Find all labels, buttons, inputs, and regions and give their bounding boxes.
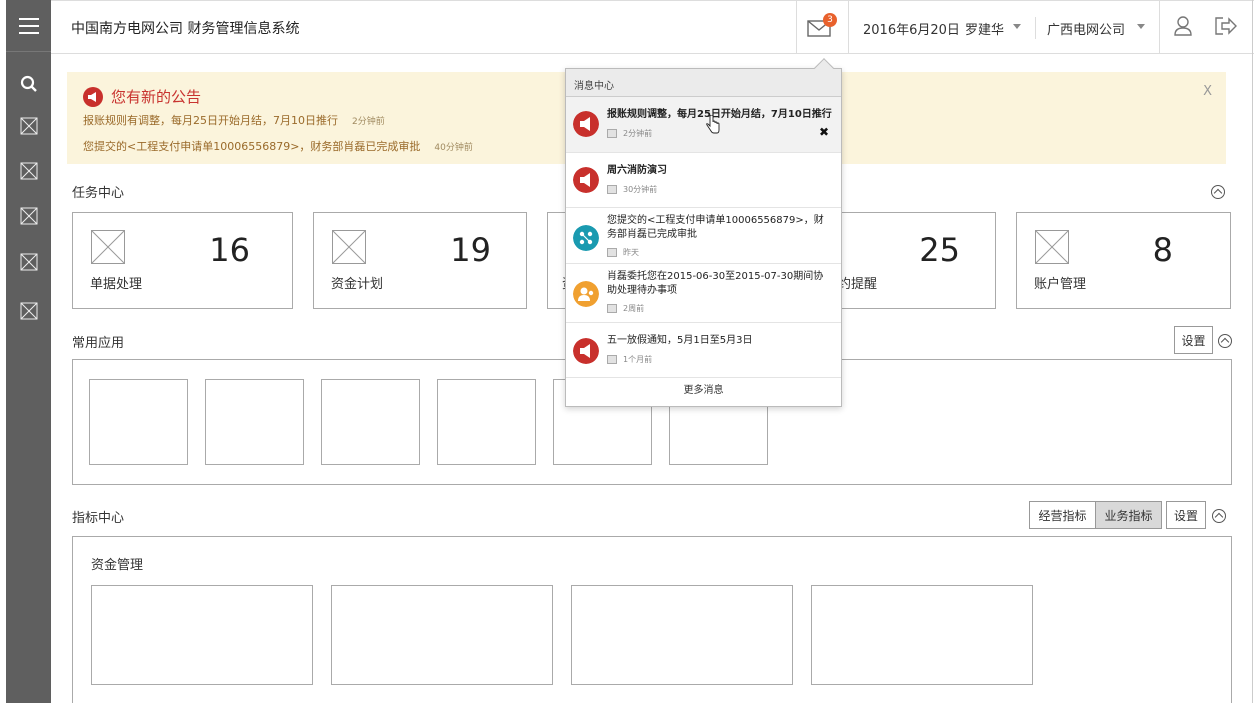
settings-button[interactable]: 设置 xyxy=(1174,326,1213,354)
task-count: 16 xyxy=(209,231,250,269)
placeholder-icon xyxy=(91,230,125,264)
delegate-icon xyxy=(573,281,599,307)
menu-icon[interactable] xyxy=(6,0,51,52)
message-item[interactable]: 周六消防演习 30分钟前 xyxy=(566,153,841,208)
chevron-down-icon[interactable] xyxy=(1137,24,1145,29)
metric-card[interactable] xyxy=(811,585,1033,685)
task-card[interactable]: 8 账户管理 xyxy=(1016,212,1231,309)
megaphone-icon xyxy=(83,86,103,107)
divider xyxy=(796,1,797,54)
message-item[interactable]: 报账规则调整，每月25日开始月结，7月10日推行 2分钟前 ✖ xyxy=(566,97,841,153)
announcement-text: 报账规则有调整，每月25日开始月结，7月10日推行 xyxy=(83,114,338,127)
app-tile[interactable] xyxy=(321,379,420,465)
task-card[interactable]: 16 单据处理 xyxy=(72,212,293,309)
task-count: 19 xyxy=(450,231,491,269)
more-messages-link[interactable]: 更多消息 xyxy=(566,381,841,396)
close-button[interactable]: X xyxy=(1203,84,1212,99)
mail-badge: 3 xyxy=(823,13,837,27)
common-apps-title: 常用应用 xyxy=(72,336,125,351)
collapse-icon[interactable] xyxy=(1218,334,1232,348)
logout-icon[interactable] xyxy=(1213,14,1237,38)
chevron-down-icon[interactable] xyxy=(1013,24,1021,29)
placeholder-icon[interactable] xyxy=(6,299,51,323)
calendar-icon xyxy=(607,355,617,364)
task-label: 账户管理 xyxy=(1034,277,1087,292)
top-bar: 中国南方电网公司 财务管理信息系统 3 2016年6月20日 罗建华 广西电网公… xyxy=(51,0,1254,54)
message-time: 1个月前 xyxy=(607,354,652,365)
calendar-icon xyxy=(607,185,617,194)
announcement-title: 您有新的公告 xyxy=(111,88,202,106)
workflow-icon xyxy=(573,225,599,251)
message-time: 2分钟前 xyxy=(607,128,652,139)
placeholder-icon xyxy=(332,230,366,264)
task-label: 资金计划 xyxy=(331,277,384,292)
placeholder-icon xyxy=(1035,230,1069,264)
placeholder-icon[interactable] xyxy=(6,114,51,138)
app-tile[interactable] xyxy=(437,379,536,465)
task-count: 8 xyxy=(1152,231,1173,269)
tab-business-metrics[interactable]: 经营指标 xyxy=(1029,501,1096,529)
message-text: 周六消防演习 xyxy=(607,165,667,176)
message-time: 30分钟前 xyxy=(607,184,657,195)
task-label: 约提醒 xyxy=(838,277,878,292)
app-title: 中国南方电网公司 财务管理信息系统 xyxy=(71,21,300,37)
close-icon[interactable]: ✖ xyxy=(819,125,829,139)
metric-card[interactable] xyxy=(331,585,553,685)
placeholder-icon[interactable] xyxy=(6,159,51,183)
user-icon[interactable] xyxy=(1171,14,1195,38)
divider xyxy=(1159,1,1160,54)
collapse-icon[interactable] xyxy=(1211,185,1225,199)
message-time: 昨天 xyxy=(607,247,639,258)
task-count: 25 xyxy=(919,231,960,269)
metric-card[interactable] xyxy=(91,585,313,685)
announcement-item[interactable]: 您提交的<工程支付申请单10006556879>，财务部肖磊已完成审批 40分钟前 xyxy=(83,138,473,154)
app-tile[interactable] xyxy=(205,379,304,465)
message-center-title: 消息中心 xyxy=(566,69,841,97)
divider xyxy=(1252,0,1253,703)
task-card[interactable]: 19 资金计划 xyxy=(313,212,527,309)
tab-operational-metrics[interactable]: 业务指标 xyxy=(1095,501,1162,529)
divider xyxy=(1035,17,1036,39)
message-item[interactable]: 您提交的<工程支付申请单10006556879>，财务部肖磊已完成审批 昨天 xyxy=(566,208,841,264)
message-item[interactable]: 五一放假通知，5月1日至5月3日 1个月前 xyxy=(566,323,841,378)
current-date: 2016年6月20日 xyxy=(863,23,960,38)
sidebar xyxy=(6,0,51,703)
hand-cursor-icon xyxy=(706,115,720,134)
divider xyxy=(848,1,849,54)
announcement-time: 40分钟前 xyxy=(434,143,473,153)
message-text: 您提交的<工程支付申请单10006556879>，财务部肖磊已完成审批 xyxy=(607,215,824,240)
megaphone-icon xyxy=(573,111,599,137)
calendar-icon xyxy=(607,248,617,257)
app-tile[interactable] xyxy=(89,379,188,465)
user-name[interactable]: 罗建华 xyxy=(965,19,1004,38)
calendar-icon xyxy=(607,304,617,313)
megaphone-icon xyxy=(573,338,599,364)
calendar-icon xyxy=(607,129,617,138)
task-center-title: 任务中心 xyxy=(72,186,125,201)
announcement-text: 您提交的<工程支付申请单10006556879>，财务部肖磊已完成审批 xyxy=(83,140,421,153)
megaphone-icon xyxy=(573,167,599,193)
task-label: 单据处理 xyxy=(90,277,143,292)
message-time: 2周前 xyxy=(607,303,644,314)
message-text: 报账规则调整，每月25日开始月结，7月10日推行 xyxy=(607,109,832,120)
announcement-item[interactable]: 报账规则有调整，每月25日开始月结，7月10日推行 2分钟前 xyxy=(83,112,385,128)
placeholder-icon[interactable] xyxy=(6,250,51,274)
panel-title: 资金管理 xyxy=(91,558,144,573)
message-center-dropdown: 消息中心 报账规则调整，每月25日开始月结，7月10日推行 2分钟前 ✖ 周六消… xyxy=(565,58,842,407)
placeholder-icon[interactable] xyxy=(6,204,51,228)
search-icon[interactable] xyxy=(6,72,51,96)
message-item[interactable]: 肖磊委托您在2015-06-30至2015-07-30期间协助处理待办事项 2周… xyxy=(566,264,841,323)
announcement-time: 2分钟前 xyxy=(352,117,385,127)
index-center-title: 指标中心 xyxy=(72,511,125,526)
index-panel: 资金管理 xyxy=(72,536,1232,703)
company-selector[interactable]: 广西电网公司 xyxy=(1047,19,1125,38)
metric-card[interactable] xyxy=(571,585,793,685)
message-text: 五一放假通知，5月1日至5月3日 xyxy=(607,335,753,346)
settings-button[interactable]: 设置 xyxy=(1166,501,1206,529)
collapse-icon[interactable] xyxy=(1212,509,1226,523)
message-text: 肖磊委托您在2015-06-30至2015-07-30期间协助处理待办事项 xyxy=(607,271,824,296)
